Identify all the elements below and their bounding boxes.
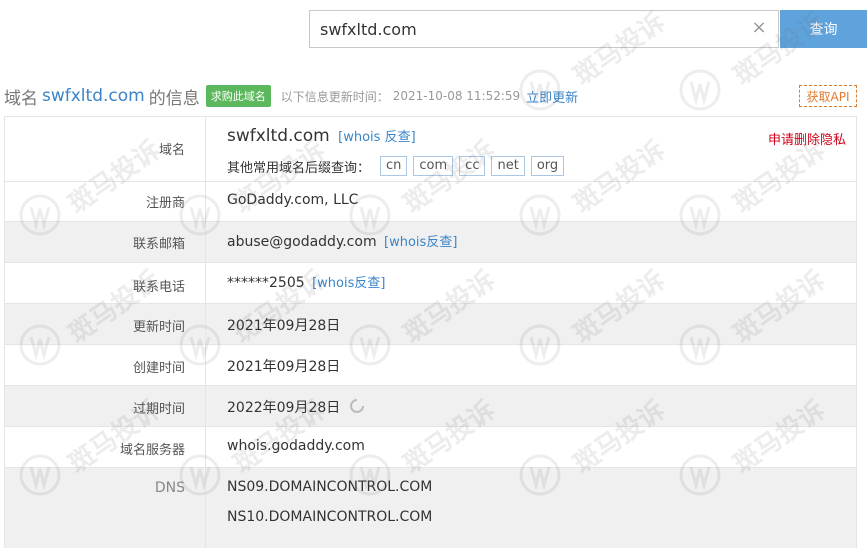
expires-cell: 2022年09月28日	[206, 386, 856, 426]
phone-label: 联系电话	[5, 263, 206, 303]
created-label: 创建时间	[5, 345, 206, 385]
header-prefix: 域名	[4, 88, 38, 109]
updated-label: 更新时间	[5, 304, 206, 344]
domain-label: 域名	[5, 117, 206, 181]
row-registrar: 注册商 GoDaddy.com, LLC	[5, 182, 856, 222]
email-reverse-link[interactable]: [whois反查]	[384, 235, 457, 250]
request-privacy-removal-link[interactable]: 申请删除隐私	[768, 129, 846, 148]
row-created: 创建时间 2021年09月28日	[5, 345, 856, 386]
phone-cell: ******2505 [whois反查]	[206, 263, 856, 303]
update-time: 2021-10-08 11:52:59	[392, 89, 521, 103]
email-label: 联系邮箱	[5, 222, 206, 262]
row-expires: 过期时间 2022年09月28日	[5, 386, 856, 427]
dns-cell: NS09.DOMAINCONTROL.COM NS10.DOMAINCONTRO…	[206, 468, 856, 548]
tld-cc-tag[interactable]: cc	[459, 156, 486, 176]
registrar-label: 注册商	[5, 182, 206, 221]
whois-table: 域名 swfxltd.com [whois 反查] 其他常用域名后缀查询： cn…	[4, 116, 857, 548]
expires-value: 2022年09月28日	[227, 400, 341, 416]
header-suffix: 的信息	[148, 88, 200, 109]
phone-reverse-link[interactable]: [whois反查]	[312, 276, 385, 291]
dns-value-2: NS10.DOMAINCONTROL.COM	[227, 509, 433, 525]
header-domain: swfxltd.com	[42, 86, 145, 106]
clear-icon[interactable]: ×	[750, 19, 768, 37]
suffix-label: 其他常用域名后缀查询：	[227, 160, 371, 176]
email-cell: abuse@godaddy.com [whois反查]	[206, 222, 856, 262]
row-server: 域名服务器 whois.godaddy.com	[5, 427, 856, 468]
row-updated: 更新时间 2021年09月28日	[5, 304, 856, 345]
created-value: 2021年09月28日	[227, 359, 341, 375]
search-box: ×	[309, 10, 779, 48]
tld-com-tag[interactable]: com	[413, 156, 454, 176]
info-header: 域名 swfxltd.com 的信息 求购此域名 以下信息更新时间： 2021-…	[4, 84, 578, 109]
tld-org-tag[interactable]: org	[530, 156, 565, 176]
whois-reverse-link[interactable]: [whois 反查]	[338, 130, 416, 145]
domain-cell: swfxltd.com [whois 反查] 其他常用域名后缀查询： cn co…	[206, 117, 856, 181]
tld-cn-tag[interactable]: cn	[380, 156, 408, 176]
server-label: 域名服务器	[5, 427, 206, 467]
search-input[interactable]	[310, 11, 740, 47]
email-value: abuse@godaddy.com	[227, 234, 377, 250]
buy-domain-button[interactable]: 求购此域名	[205, 85, 271, 107]
domain-value: swfxltd.com	[227, 126, 330, 146]
update-now-link[interactable]: 立即更新	[526, 87, 578, 106]
phone-value: ******2505	[227, 275, 305, 291]
dns-label: DNS	[5, 468, 206, 548]
server-value: whois.godaddy.com	[227, 438, 365, 454]
update-label: 以下信息更新时间：	[280, 89, 389, 104]
row-dns: DNS NS09.DOMAINCONTROL.COM NS10.DOMAINCO…	[5, 468, 856, 548]
refresh-icon[interactable]	[349, 398, 365, 418]
tld-net-tag[interactable]: net	[491, 156, 525, 176]
search-button[interactable]: 查询	[780, 10, 867, 48]
row-domain: 域名 swfxltd.com [whois 反查] 其他常用域名后缀查询： cn…	[5, 116, 856, 182]
get-api-button[interactable]: 获取API	[799, 85, 857, 107]
dns-value-1: NS09.DOMAINCONTROL.COM	[227, 479, 433, 495]
expires-label: 过期时间	[5, 386, 206, 426]
registrar-value: GoDaddy.com, LLC	[227, 192, 359, 208]
updated-value: 2021年09月28日	[227, 318, 341, 334]
row-email: 联系邮箱 abuse@godaddy.com [whois反查]	[5, 222, 856, 263]
row-phone: 联系电话 ******2505 [whois反查]	[5, 263, 856, 304]
